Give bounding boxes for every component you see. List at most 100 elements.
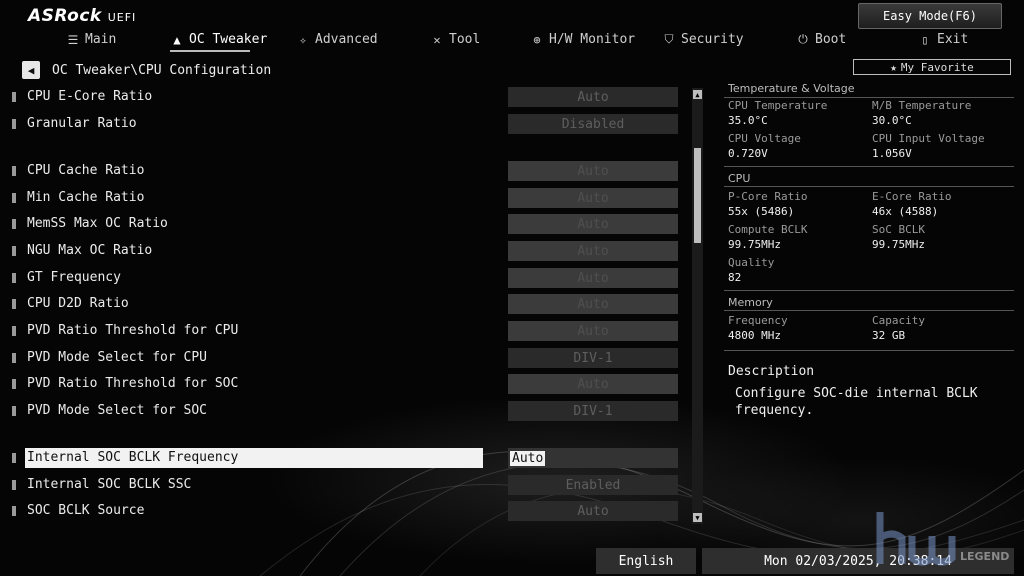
language-button[interactable]: English [596,548,696,574]
tab-security[interactable]: ⛉ Security [662,32,744,47]
setting-value[interactable]: Auto [508,501,678,521]
setting-row-pvd-mode-select-soc[interactable]: PVD Mode Select for SOC DIV-1 [10,400,682,422]
setting-row-pvd-ratio-threshold-cpu[interactable]: PVD Ratio Threshold for CPU Auto [10,320,682,342]
settings-scrollbar[interactable]: ▲ ▼ [692,88,703,524]
memory-frequency-value: 4800 MHz [728,329,781,342]
divider [724,186,1014,187]
setting-label: SOC BCLK Source [27,503,145,518]
divider [724,350,1014,351]
watermark-text: LEGEND [960,550,1009,563]
tab-oc-tweaker[interactable]: ▲ OC Tweaker [170,32,267,47]
p-core-ratio-label: P-Core Ratio [728,190,808,203]
row-bullet [12,246,16,256]
cpu-section-title: CPU [728,172,751,185]
setting-row-internal-soc-bclk-ssc[interactable]: Internal SOC BCLK SSC Enabled [10,474,682,496]
brand-name: ASRock [28,6,102,26]
setting-label: Internal SOC BCLK SSC [27,477,192,492]
rocket-icon: ▲ [173,32,181,47]
tab-main-label: Main [85,32,117,47]
quality-value: 82 [728,271,742,284]
setting-label: CPU D2D Ratio [27,296,129,311]
tab-tool[interactable]: ✕ Tool [430,32,480,47]
setting-row-pvd-ratio-threshold-soc[interactable]: PVD Ratio Threshold for SOC Auto [10,373,682,395]
setting-label: PVD Mode Select for CPU [27,350,208,365]
setting-row-cpu-cache-ratio[interactable]: CPU Cache Ratio Auto [10,160,682,182]
setting-value[interactable]: Auto [508,214,678,234]
setting-value[interactable]: Auto [508,448,678,468]
row-bullet [12,326,16,336]
setting-row-pvd-mode-select-cpu[interactable]: PVD Mode Select for CPU DIV-1 [10,347,682,369]
asrock-logo: ASRock UEFI [28,6,136,26]
setting-value[interactable]: Auto [508,294,678,314]
setting-row-granular-ratio[interactable]: Granular Ratio Disabled [10,113,682,135]
description-text: Configure SOC-die internal BCLK frequenc… [735,386,978,418]
setting-row-cpu-d2d-ratio[interactable]: CPU D2D Ratio Auto [10,293,682,315]
description-title: Description [728,364,815,379]
compute-bclk-value: 99.75MHz [728,238,781,251]
scroll-down-arrow-icon[interactable]: ▼ [693,513,702,522]
scroll-thumb[interactable] [694,148,701,243]
tab-advanced[interactable]: ✧ Advanced [296,32,377,47]
setting-value[interactable]: Auto [508,87,678,107]
setting-row-memss-max-oc-ratio[interactable]: MemSS Max OC Ratio Auto [10,213,682,235]
tab-security-label: Security [681,32,744,47]
easy-mode-button[interactable]: Easy Mode(F6) [858,3,1002,29]
cpu-temp-label: CPU Temperature [728,99,828,112]
row-bullet [12,506,16,516]
memory-capacity-label: Capacity [872,314,925,327]
active-tab-underline [170,50,250,52]
setting-value[interactable]: Enabled [508,475,678,495]
power-icon: ⏻ [798,32,808,46]
setting-value[interactable]: DIV-1 [508,401,678,421]
temp-voltage-title: Temperature & Voltage [728,82,855,95]
setting-value[interactable]: DIV-1 [508,348,678,368]
memory-section-title: Memory [728,296,773,309]
setting-label: Granular Ratio [27,116,137,131]
exit-door-icon: ▯ [921,32,929,47]
breadcrumb: ◀ OC Tweaker\CPU Configuration [22,61,271,79]
tab-oc-tweaker-label: OC Tweaker [189,32,268,47]
p-core-ratio-value: 55x (5486) [728,205,795,218]
soc-bclk-value: 99.75MHz [872,238,925,251]
tab-hw-monitor-label: H/W Monitor [549,32,636,47]
tab-tool-label: Tool [449,32,481,47]
setting-value[interactable]: Disabled [508,114,678,134]
setting-row-ngu-max-oc-ratio[interactable]: NGU Max OC Ratio Auto [10,240,682,262]
cpu-temp-value: 35.0°C [728,114,768,127]
setting-value[interactable]: Auto [508,241,678,261]
setting-value[interactable]: Auto [508,321,678,341]
my-favorite-label: My Favorite [900,60,974,74]
row-bullet [12,299,16,309]
setting-label: GT Frequency [27,270,121,285]
back-arrow-icon: ◀ [27,63,35,77]
tab-exit[interactable]: ▯ Exit [918,32,968,47]
my-favorite-button[interactable]: ★ My Favorite [853,59,1011,75]
row-bullet [12,480,16,490]
row-bullet [12,166,16,176]
back-button[interactable]: ◀ [22,61,40,79]
row-bullet [12,219,16,229]
setting-row-gt-frequency[interactable]: GT Frequency Auto [10,267,682,289]
memory-capacity-value: 32 GB [872,329,906,342]
setting-value[interactable]: Auto [508,161,678,181]
tab-hw-monitor[interactable]: ⊕ H/W Monitor [530,32,635,47]
scroll-up-arrow-icon[interactable]: ▲ [693,90,702,99]
setting-value[interactable]: Auto [508,374,678,394]
e-core-ratio-label: E-Core Ratio [872,190,952,203]
setting-row-internal-soc-bclk-frequency[interactable]: Internal SOC BCLK Frequency Auto [10,447,682,469]
setting-label: NGU Max OC Ratio [27,243,153,258]
tab-main[interactable]: ☰ Main [66,32,117,47]
divider [724,290,1014,291]
cpu-input-voltage-value: 1.056V [872,147,912,160]
setting-row-min-cache-ratio[interactable]: Min Cache Ratio Auto [10,187,682,209]
row-bullet [12,353,16,363]
setting-value[interactable]: Auto [508,268,678,288]
crosshair-icon: ⊕ [533,32,541,47]
tools-icon: ✕ [433,32,441,47]
tab-boot[interactable]: ⏻ Boot [796,32,846,47]
setting-row-cpu-e-core-ratio[interactable]: CPU E-Core Ratio Auto [10,86,682,108]
shield-icon: ⛉ [664,32,674,46]
setting-label: PVD Ratio Threshold for SOC [27,376,239,391]
setting-row-soc-bclk-source[interactable]: SOC BCLK Source Auto [10,500,682,522]
setting-value[interactable]: Auto [508,188,678,208]
